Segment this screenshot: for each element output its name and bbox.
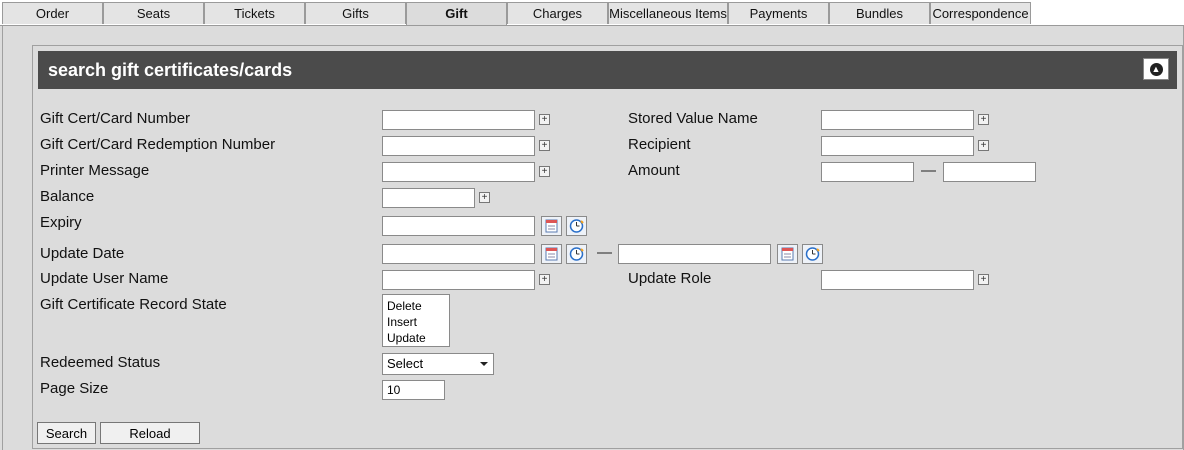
page-size-input[interactable]	[382, 380, 445, 400]
tab-bundles[interactable]: Bundles	[829, 2, 930, 24]
tab-payments[interactable]: Payments	[728, 2, 829, 24]
update-date-to-calendar-icon[interactable]	[777, 244, 798, 264]
reload-button[interactable]: Reload	[100, 422, 200, 444]
recipient-input[interactable]	[821, 136, 974, 156]
expiry-input[interactable]	[382, 216, 535, 236]
tab-gifts[interactable]: Gifts	[305, 2, 406, 24]
expiry-clock-icon[interactable]	[566, 216, 587, 236]
amount-range-dash: —	[921, 162, 936, 179]
update-role-add-icon[interactable]: +	[978, 274, 989, 285]
update-date-range-dash: —	[597, 244, 612, 261]
cert-number-label: Gift Cert/Card Number	[40, 110, 191, 127]
redemption-number-label: Gift Cert/Card Redemption Number	[40, 136, 276, 153]
tab-correspondence[interactable]: Correspondence	[930, 2, 1031, 24]
amount-label: Amount	[628, 162, 680, 179]
tab-seats[interactable]: Seats	[103, 2, 204, 24]
record-state-option-delete[interactable]: Delete	[387, 298, 445, 314]
update-date-from-input[interactable]	[382, 244, 535, 264]
panel-header: search gift certificates/cards ▲	[38, 51, 1177, 89]
expiry-calendar-icon[interactable]	[541, 216, 562, 236]
update-user-add-icon[interactable]: +	[539, 274, 550, 285]
printer-message-input[interactable]	[382, 162, 535, 182]
amount-from-input[interactable]	[821, 162, 914, 182]
update-date-to-input[interactable]	[618, 244, 771, 264]
redemption-number-input[interactable]	[382, 136, 535, 156]
printer-message-label: Printer Message	[40, 162, 150, 179]
tab-charges[interactable]: Charges	[507, 2, 608, 24]
balance-input[interactable]	[382, 188, 475, 208]
search-button[interactable]: Search	[37, 422, 96, 444]
update-user-input[interactable]	[382, 270, 535, 290]
dropdown-arrow-icon	[480, 362, 488, 366]
cert-number-input[interactable]	[382, 110, 535, 130]
printer-message-add-icon[interactable]: +	[539, 166, 550, 177]
recipient-label: Recipient	[628, 136, 691, 153]
tab-miscellaneous-items[interactable]: Miscellaneous Items	[608, 2, 728, 24]
record-state-label: Gift Certificate Record State	[40, 296, 227, 313]
update-date-to-clock-icon[interactable]	[802, 244, 823, 264]
tab-order[interactable]: Order	[2, 2, 103, 24]
update-role-input[interactable]	[821, 270, 974, 290]
page-size-label: Page Size	[40, 380, 109, 397]
redeemed-status-label: Redeemed Status	[40, 354, 161, 371]
record-state-option-insert[interactable]: Insert	[387, 314, 445, 330]
cert-number-add-icon[interactable]: +	[539, 114, 550, 125]
update-date-label: Update Date	[40, 245, 125, 262]
amount-to-input[interactable]	[943, 162, 1036, 182]
balance-label: Balance	[40, 188, 95, 205]
update-user-label: Update User Name	[40, 270, 169, 287]
balance-add-icon[interactable]: +	[479, 192, 490, 203]
redeemed-status-select[interactable]: Select	[382, 353, 494, 375]
record-state-option-update[interactable]: Update	[387, 330, 445, 346]
chevron-up-icon: ▲	[1149, 62, 1163, 76]
recipient-add-icon[interactable]: +	[978, 140, 989, 151]
record-state-listbox[interactable]: Delete Insert Update	[382, 294, 450, 347]
panel-title: search gift certificates/cards	[48, 60, 293, 80]
redemption-number-add-icon[interactable]: +	[539, 140, 550, 151]
redeemed-status-selected: Select	[387, 356, 424, 371]
stored-value-name-add-icon[interactable]: +	[978, 114, 989, 125]
expiry-label: Expiry	[40, 214, 82, 231]
update-role-label: Update Role	[628, 270, 712, 287]
update-date-from-calendar-icon[interactable]	[541, 244, 562, 264]
tab-gift-certs-cards[interactable]: Gift Certs/Cards	[406, 2, 507, 43]
collapse-button[interactable]: ▲	[1143, 58, 1169, 80]
update-date-from-clock-icon[interactable]	[566, 244, 587, 264]
stored-value-name-input[interactable]	[821, 110, 974, 130]
stored-value-name-label: Stored Value Name	[628, 110, 758, 127]
tab-bar: Order Seats Tickets Gifts Gift Certs/Car…	[0, 0, 1184, 43]
tab-tickets[interactable]: Tickets	[204, 2, 305, 24]
